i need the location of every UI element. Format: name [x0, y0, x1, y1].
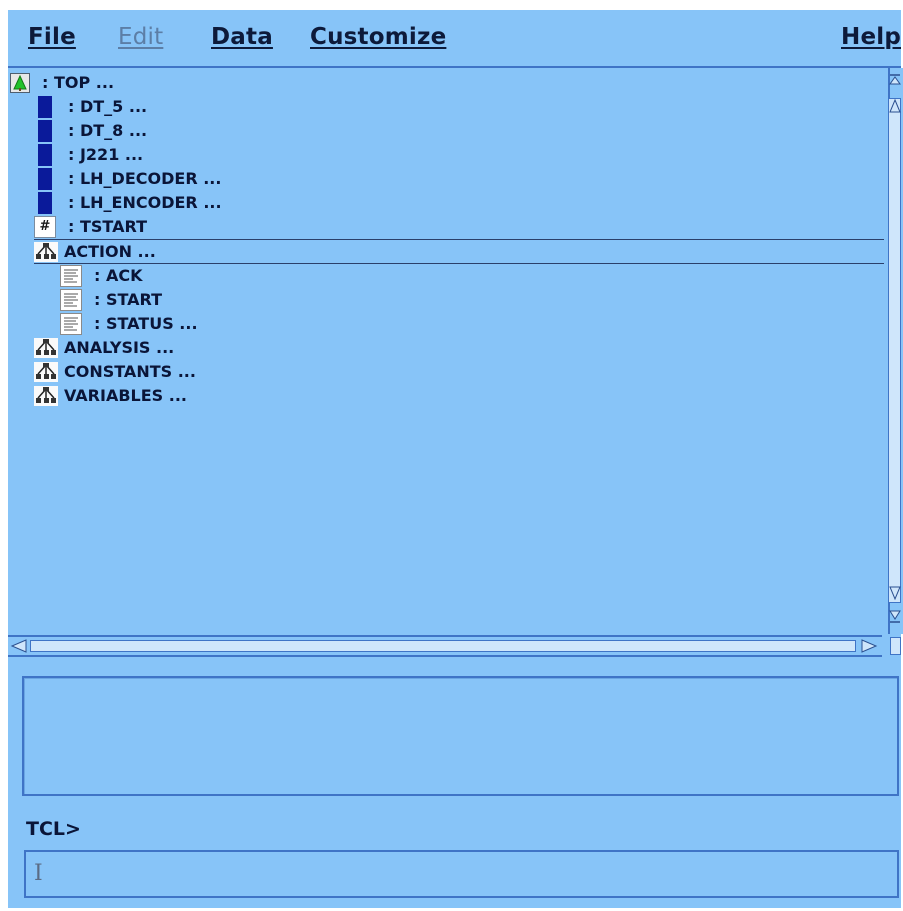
hash-icon: # — [34, 216, 56, 238]
tree-node-label: : TSTART — [68, 217, 147, 236]
menu-edit[interactable]: Edit — [118, 24, 163, 50]
tcl-prompt-label: TCL> — [26, 818, 81, 840]
network-icon — [34, 362, 58, 382]
tree-node-label: : DT_5 ... — [68, 97, 148, 116]
text-cursor-icon: I — [34, 861, 43, 887]
tcl-command-input[interactable] — [24, 850, 899, 898]
scroll-top-icon[interactable] — [889, 72, 901, 90]
tree-node-label: ANALYSIS ... — [64, 338, 175, 357]
block-icon — [38, 168, 52, 190]
block-icon — [38, 120, 52, 142]
tree-node-label: : STATUS ... — [94, 314, 198, 333]
horizontal-scrollbar[interactable] — [8, 635, 882, 657]
vertical-scroll-track[interactable] — [888, 98, 901, 603]
hierarchy-tree: : TOP ... : DT_5 ... : DT_8 ... : J221 .… — [8, 68, 888, 634]
console-output[interactable] — [22, 676, 899, 796]
tree-node-label: CONSTANTS ... — [64, 362, 196, 381]
scroll-left-arrow-icon[interactable] — [10, 639, 28, 653]
document-icon — [60, 265, 82, 287]
menu-data[interactable]: Data — [211, 24, 273, 50]
scrollbar-corner — [890, 637, 901, 655]
tree-node-label: : LH_DECODER ... — [68, 169, 222, 188]
document-icon — [60, 313, 82, 335]
selection-bottom-border — [34, 263, 884, 264]
block-icon — [38, 96, 52, 118]
block-icon — [38, 192, 52, 214]
tree-node-label: : START — [94, 290, 163, 309]
horizontal-scroll-track[interactable] — [30, 640, 856, 652]
network-icon — [34, 242, 58, 262]
block-icon — [38, 144, 52, 166]
tree-node-label: : J221 ... — [68, 145, 144, 164]
tree-node-label: : LH_ENCODER ... — [68, 193, 222, 212]
network-icon — [34, 338, 58, 358]
tree-node-label: : TOP ... — [42, 73, 115, 92]
document-icon — [60, 289, 82, 311]
selection-top-border — [34, 239, 884, 240]
network-icon — [34, 386, 58, 406]
menu-help[interactable]: Help — [841, 24, 901, 50]
tree-node-label: : DT_8 ... — [68, 121, 148, 140]
scroll-bottom-icon[interactable] — [889, 608, 901, 626]
menu-file[interactable]: File — [28, 24, 76, 50]
scroll-up-arrow-icon[interactable] — [889, 98, 901, 116]
tree-icon — [10, 73, 30, 93]
tree-node-label: : ACK — [94, 266, 143, 285]
app-window: File Edit Data Customize Help : TOP ... … — [8, 10, 903, 908]
scroll-down-arrow-icon[interactable] — [889, 584, 901, 602]
menu-bar: File Edit Data Customize Help — [8, 10, 901, 68]
menu-customize[interactable]: Customize — [310, 24, 446, 50]
tree-node-label: ACTION ... — [64, 242, 156, 261]
tree-node-label: VARIABLES ... — [64, 386, 187, 405]
scroll-right-arrow-icon[interactable] — [860, 639, 878, 653]
